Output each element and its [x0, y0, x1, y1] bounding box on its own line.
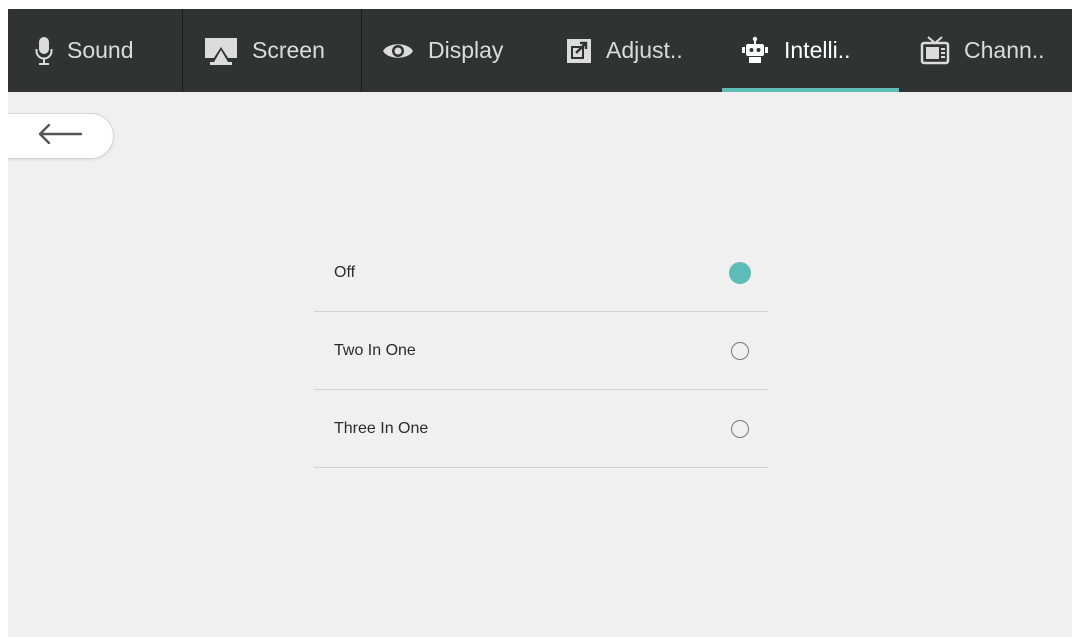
radio-unselected[interactable] [731, 341, 749, 360]
radio-unselected[interactable] [731, 419, 749, 438]
tab-label: Screen [252, 37, 325, 63]
option-label: Three In One [334, 419, 429, 437]
tab-label: Display [428, 37, 504, 63]
option-off[interactable]: Off [314, 234, 768, 312]
radio-selected[interactable] [729, 261, 751, 284]
tab-divider [182, 9, 183, 92]
tab-label: Adjust.. [606, 37, 683, 63]
tab-label: Chann.. [964, 37, 1045, 63]
option-list: Off Two In One Three In One [314, 234, 768, 468]
screen-cast-icon [204, 37, 238, 65]
option-two-in-one[interactable]: Two In One [314, 312, 768, 390]
tab-screen[interactable]: Screen [204, 9, 325, 92]
tab-sound[interactable]: Sound [35, 9, 134, 92]
microphone-icon [35, 36, 53, 66]
tab-bar: Sound Screen Display Adjust.. Intelli.. … [8, 9, 1072, 92]
tab-adjust[interactable]: Adjust.. [566, 9, 683, 92]
back-button[interactable] [8, 113, 114, 159]
external-adjust-icon [566, 38, 592, 64]
tab-label: Intelli.. [784, 37, 851, 63]
robot-icon [740, 36, 770, 66]
tab-intelligence[interactable]: Intelli.. [722, 9, 899, 92]
tab-divider [361, 9, 362, 92]
tv-icon [920, 35, 950, 66]
settings-window: Sound Screen Display Adjust.. Intelli.. … [8, 9, 1072, 637]
tab-label: Sound [67, 37, 134, 63]
arrow-left-icon [37, 123, 83, 149]
tab-channel[interactable]: Chann.. [920, 9, 1045, 92]
eye-icon [382, 40, 414, 62]
tab-display[interactable]: Display [382, 9, 503, 92]
option-three-in-one[interactable]: Three In One [314, 390, 768, 468]
option-label: Off [334, 263, 356, 281]
option-label: Two In One [334, 341, 416, 359]
